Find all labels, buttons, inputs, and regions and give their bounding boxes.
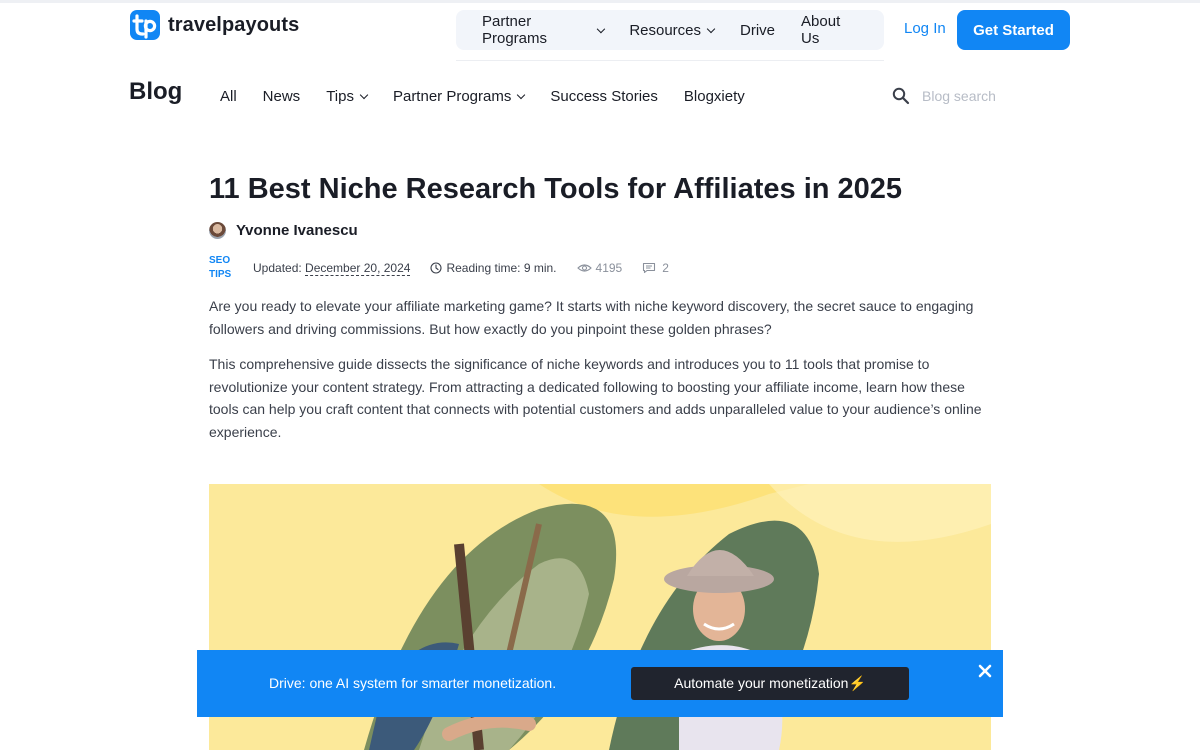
blog-nav-label: Partner Programs: [392, 87, 512, 105]
blog-nav-label: Tips: [326, 87, 354, 105]
nav-label: Resources: [629, 21, 702, 39]
clock-icon: [430, 262, 443, 274]
comments-count[interactable]: 2: [642, 261, 669, 275]
nav-label: Partner Programs: [482, 13, 548, 47]
logo-text: travelpayouts: [168, 13, 300, 36]
close-icon[interactable]: [976, 662, 994, 680]
blog-search-input[interactable]: [922, 84, 1032, 108]
views-count: 4195: [576, 261, 623, 275]
intro-paragraph: Are you ready to elevate your affiliate …: [209, 298, 974, 337]
blog-nav-label: News: [262, 87, 301, 105]
chevron-down-icon: [706, 24, 716, 33]
blog-nav-label: Blogxiety: [683, 87, 745, 105]
eye-icon: [576, 264, 592, 272]
blog-title[interactable]: Blog: [129, 78, 182, 106]
blog-nav-news[interactable]: News: [263, 88, 301, 105]
comment-icon: [643, 262, 656, 274]
blog-nav-all[interactable]: All: [220, 88, 237, 105]
tag-line: SEO: [209, 255, 231, 266]
blog-nav-partner-programs[interactable]: Partner Programs: [392, 87, 526, 105]
comments-text: 2: [662, 261, 669, 275]
blog-nav-tips[interactable]: Tips: [326, 87, 369, 105]
blog-nav-label: Success Stories: [550, 87, 658, 105]
updated-info: Updated: December 20, 2024: [253, 261, 411, 276]
blog-nav-blogxiety[interactable]: Blogxiety: [684, 88, 745, 105]
header-divider: [456, 60, 884, 61]
chevron-down-icon: [517, 90, 526, 99]
avatar: [209, 222, 226, 239]
nav-about-us[interactable]: About Us: [801, 13, 858, 47]
nav-label: About Us: [801, 13, 841, 47]
article-meta: Updated: December 20, 2024 Reading time:…: [253, 260, 669, 276]
site-header: travelpayouts Partner Programs Resources…: [0, 0, 1200, 60]
nav-partner-programs[interactable]: Partner Programs: [482, 13, 605, 47]
login-link[interactable]: Log In: [904, 20, 946, 37]
main-nav: Partner Programs Resources Drive About U…: [456, 10, 884, 50]
views-text: 4195: [595, 261, 623, 275]
reading-time: Reading time: 9 min.: [430, 261, 557, 275]
article-title: 11 Best Niche Research Tools for Affilia…: [209, 173, 903, 205]
automate-monetization-button[interactable]: Automate your monetization⚡: [631, 667, 909, 700]
chevron-down-icon: [596, 24, 605, 33]
blog-nav-success-stories[interactable]: Success Stories: [550, 88, 658, 105]
blog-nav: All News Tips Partner Programs Success S…: [220, 86, 771, 106]
search-icon[interactable]: [891, 86, 911, 106]
category-tag-seo-tips[interactable]: SEO TIPS: [209, 254, 239, 282]
updated-date[interactable]: December 20, 2024: [305, 261, 411, 276]
body-paragraph: This comprehensive guide dissects the si…: [209, 356, 982, 440]
promo-banner: Drive: one AI system for smarter monetiz…: [197, 650, 1003, 717]
tag-line: TIPS: [209, 269, 232, 280]
logo-icon: [130, 10, 160, 40]
author-name: Yvonne Ivanescu: [236, 222, 358, 239]
updated-label: Updated:: [253, 261, 302, 275]
nav-drive[interactable]: Drive: [740, 22, 775, 39]
chevron-down-icon: [359, 90, 369, 99]
nav-resources[interactable]: Resources: [629, 21, 716, 39]
banner-text: Drive: one AI system for smarter monetiz…: [269, 675, 557, 691]
nav-label: Drive: [740, 21, 776, 39]
reading-time-text: Reading time: 9 min.: [446, 261, 557, 275]
blog-nav-label: All: [220, 87, 237, 105]
travelpayouts-logo[interactable]: travelpayouts: [130, 10, 299, 40]
get-started-button[interactable]: Get Started: [957, 10, 1070, 50]
author[interactable]: Yvonne Ivanescu: [209, 222, 358, 239]
